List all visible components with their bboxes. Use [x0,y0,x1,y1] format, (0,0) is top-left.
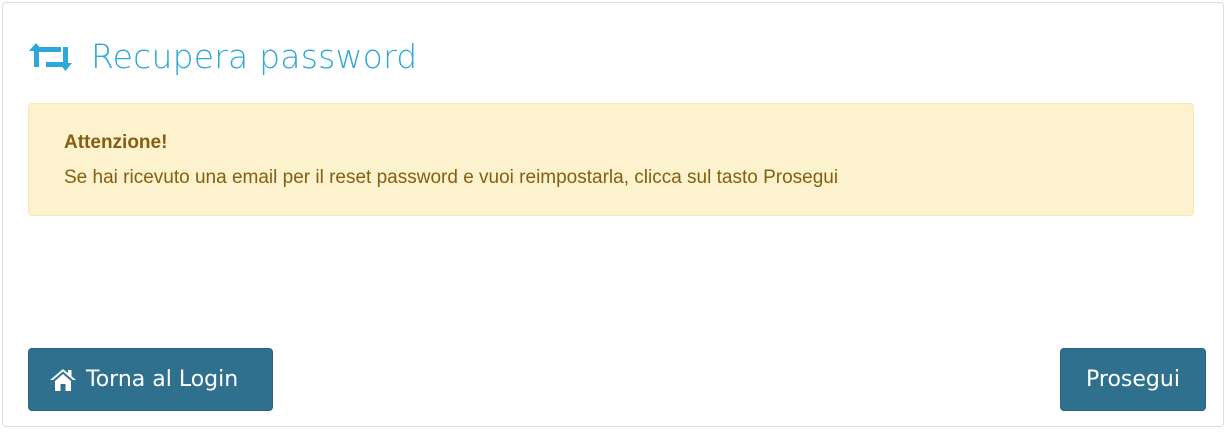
home-icon [50,368,76,391]
retweet-icon [29,43,72,71]
alert-title: Attenzione! [64,132,168,153]
page-header: Recupera password [29,33,417,81]
recover-password-panel: Recupera password Attenzione! Se hai ric… [2,2,1224,427]
back-button-label: Torna al Login [86,367,239,392]
warning-alert: Attenzione! Se hai ricevuto una email pe… [28,103,1194,216]
continue-button[interactable]: Prosegui [1060,348,1206,411]
continue-button-label: Prosegui [1086,367,1180,392]
page-title: Recupera password [91,37,418,76]
back-to-login-button[interactable]: Torna al Login [28,348,273,411]
alert-message: Se hai ricevuto una email per il reset p… [64,167,839,188]
